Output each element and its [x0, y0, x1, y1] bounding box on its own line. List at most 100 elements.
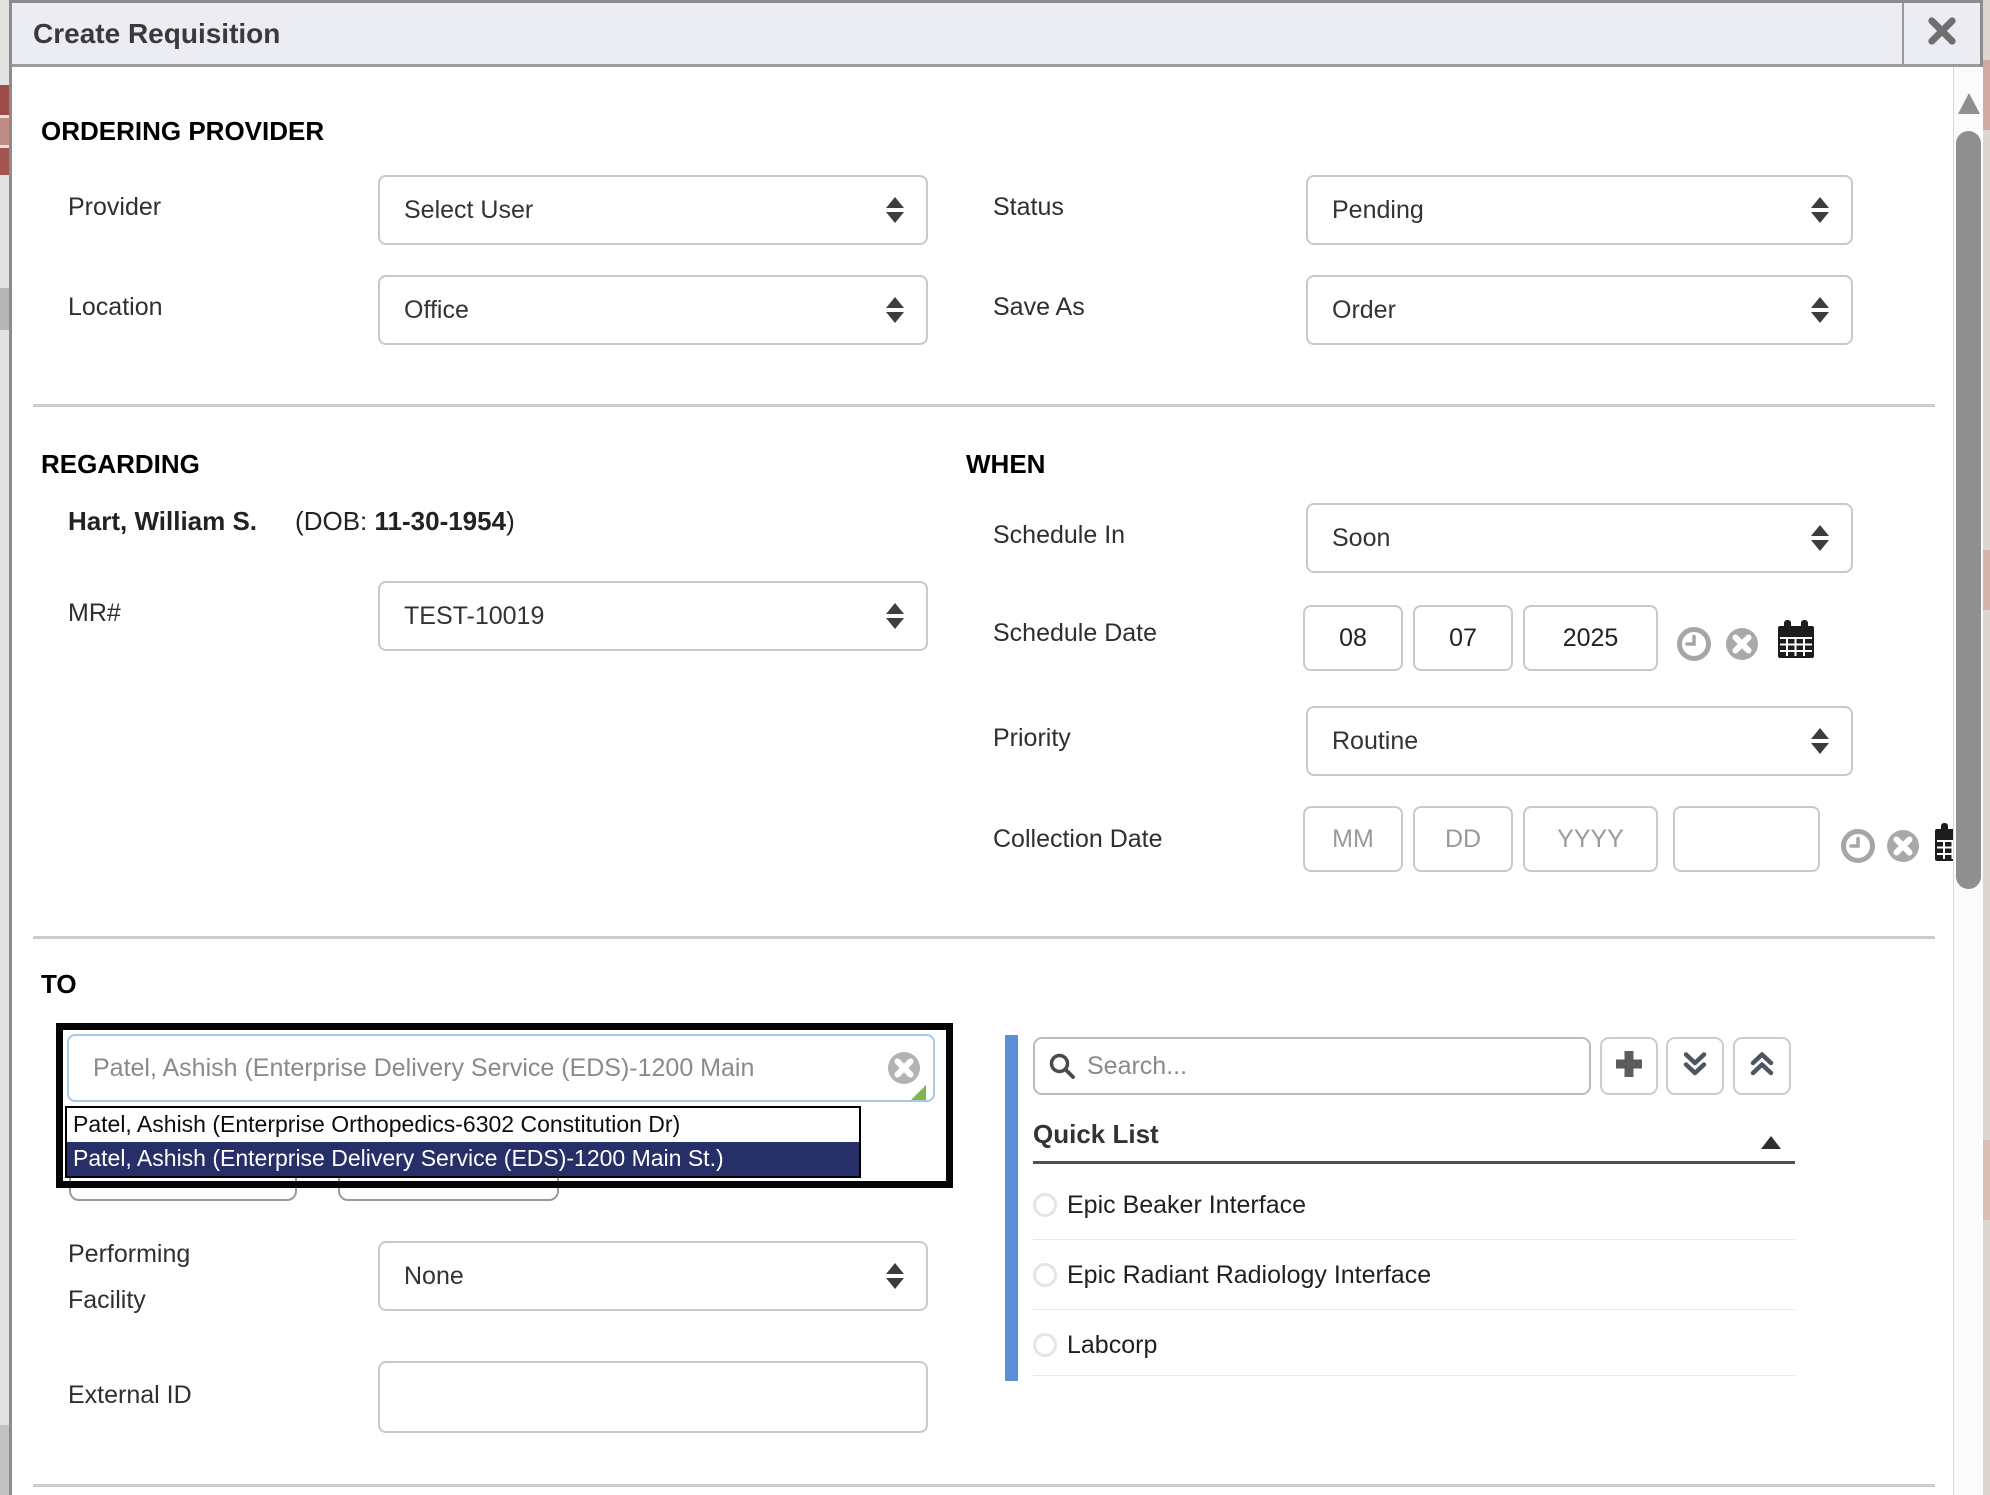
background-block [0, 1425, 9, 1495]
background-block [1983, 1140, 1990, 1220]
save-as-label: Save As [993, 293, 1085, 322]
quick-list-item[interactable]: Epic Beaker Interface [1033, 1182, 1795, 1228]
select-caret-icon [1811, 297, 1829, 323]
performing-facility-label: PerformingFacility [68, 1231, 190, 1323]
close-button[interactable] [1902, 3, 1980, 64]
add-recipient-button[interactable] [1600, 1037, 1658, 1095]
list-divider [1033, 1309, 1795, 1310]
clock-icon [1676, 649, 1712, 666]
quick-list-item[interactable]: Epic Radiant Radiology Interface [1033, 1252, 1795, 1298]
schedule-day-input[interactable] [1413, 605, 1513, 671]
performing-facility-select-value: None [404, 1262, 464, 1291]
collection-month-input[interactable] [1303, 806, 1403, 872]
status-select-value: Pending [1332, 196, 1424, 225]
suggestion-item[interactable]: Patel, Ashish (Enterprise Orthopedics-63… [67, 1108, 859, 1142]
schedule-in-label: Schedule In [993, 521, 1125, 550]
radio-icon [1033, 1263, 1057, 1287]
mr-label: MR# [68, 599, 121, 628]
quick-list-item-label: Epic Beaker Interface [1067, 1191, 1306, 1220]
radio-icon [1033, 1333, 1057, 1357]
external-id-input[interactable] [378, 1361, 928, 1433]
priority-select-value: Routine [1332, 727, 1418, 756]
dob-value: 11-30-1954 [375, 506, 507, 536]
mr-select-value: TEST-10019 [404, 602, 544, 631]
select-caret-icon [1811, 525, 1829, 551]
location-select[interactable]: Office [378, 275, 928, 345]
clear-circle-x-icon [1725, 648, 1759, 665]
calendar-icon [1774, 649, 1818, 666]
dialog-header: Create Requisition [12, 3, 1980, 67]
regarding-heading: REGARDING [41, 449, 200, 480]
collection-time-input[interactable] [1673, 806, 1820, 872]
mr-select[interactable]: TEST-10019 [378, 581, 928, 651]
background-block [1983, 550, 1990, 610]
directory-search-input[interactable] [1033, 1037, 1591, 1095]
recipient-suggestion-list: Patel, Ashish (Enterprise Orthopedics-63… [65, 1106, 861, 1178]
when-heading: WHEN [966, 449, 1045, 480]
collection-day-input[interactable] [1413, 806, 1513, 872]
provider-label: Provider [68, 193, 161, 222]
schedule-time-button[interactable] [1676, 626, 1712, 662]
background-page-right-strip [1983, 0, 1990, 1495]
section-divider [33, 936, 1935, 939]
save-as-select[interactable]: Order [1306, 275, 1853, 345]
location-select-value: Office [404, 296, 469, 325]
schedule-in-select[interactable]: Soon [1306, 503, 1853, 573]
quick-list-item-label: Epic Radiant Radiology Interface [1067, 1261, 1431, 1290]
directory-search [1033, 1037, 1591, 1095]
recipient-search-input[interactable] [67, 1034, 935, 1102]
double-chevron-up-icon [1745, 1047, 1779, 1086]
double-chevron-down-icon [1678, 1047, 1712, 1086]
collection-date-label: Collection Date [993, 825, 1163, 854]
quick-list-heading: Quick List [1033, 1119, 1159, 1150]
clock-icon [1840, 851, 1876, 868]
performing-facility-select[interactable]: None [378, 1241, 928, 1311]
section-divider [33, 1484, 1935, 1487]
schedule-year-input[interactable] [1523, 605, 1658, 671]
background-page-left-strip [0, 0, 9, 1495]
dob-prefix: (DOB: [295, 506, 374, 536]
panel-accent-stripe [1005, 1035, 1018, 1381]
list-divider [1033, 1239, 1795, 1240]
scrollbar-thumb[interactable] [1956, 131, 1981, 889]
location-label: Location [68, 293, 163, 322]
list-divider [1033, 1375, 1795, 1376]
search-icon [1048, 1052, 1076, 1085]
quick-list-item[interactable]: Labcorp [1033, 1322, 1795, 1368]
scrollbar-track[interactable] [1953, 67, 1983, 1495]
resize-handle-icon[interactable] [911, 1085, 926, 1100]
patient-line: Hart, William S.(DOB: 11-30-1954) [68, 506, 515, 537]
scroll-up-arrow-icon[interactable] [1958, 93, 1980, 114]
dialog-title: Create Requisition [33, 18, 280, 50]
collection-year-input[interactable] [1523, 806, 1658, 872]
schedule-date-calendar-button[interactable] [1774, 618, 1818, 662]
section-divider [33, 404, 1935, 407]
background-block [0, 118, 9, 145]
background-block [0, 288, 9, 330]
collection-date-clear-button[interactable] [1886, 829, 1920, 863]
priority-select[interactable]: Routine [1306, 706, 1853, 776]
suggestion-item-highlighted[interactable]: Patel, Ashish (Enterprise Delivery Servi… [67, 1142, 859, 1176]
status-label: Status [993, 193, 1064, 222]
schedule-month-input[interactable] [1303, 605, 1403, 671]
expand-all-button[interactable] [1733, 1037, 1791, 1095]
ordering-provider-heading: ORDERING PROVIDER [41, 116, 324, 147]
provider-select-value: Select User [404, 196, 533, 225]
external-id-label: External ID [68, 1381, 192, 1410]
quick-list-collapse-icon[interactable] [1761, 1136, 1781, 1149]
provider-select[interactable]: Select User [378, 175, 928, 245]
radio-icon [1033, 1193, 1057, 1217]
clear-circle-x-icon [1886, 850, 1920, 867]
plus-icon [1612, 1047, 1646, 1086]
schedule-date-clear-button[interactable] [1725, 627, 1759, 661]
quick-list-underline [1033, 1161, 1795, 1164]
select-caret-icon [886, 297, 904, 323]
select-caret-icon [886, 197, 904, 223]
select-caret-icon [1811, 197, 1829, 223]
status-select[interactable]: Pending [1306, 175, 1853, 245]
collection-time-button[interactable] [1840, 828, 1876, 864]
patient-name: Hart, William S. [68, 506, 257, 536]
collapse-all-button[interactable] [1666, 1037, 1724, 1095]
select-caret-icon [886, 603, 904, 629]
select-caret-icon [886, 1263, 904, 1289]
